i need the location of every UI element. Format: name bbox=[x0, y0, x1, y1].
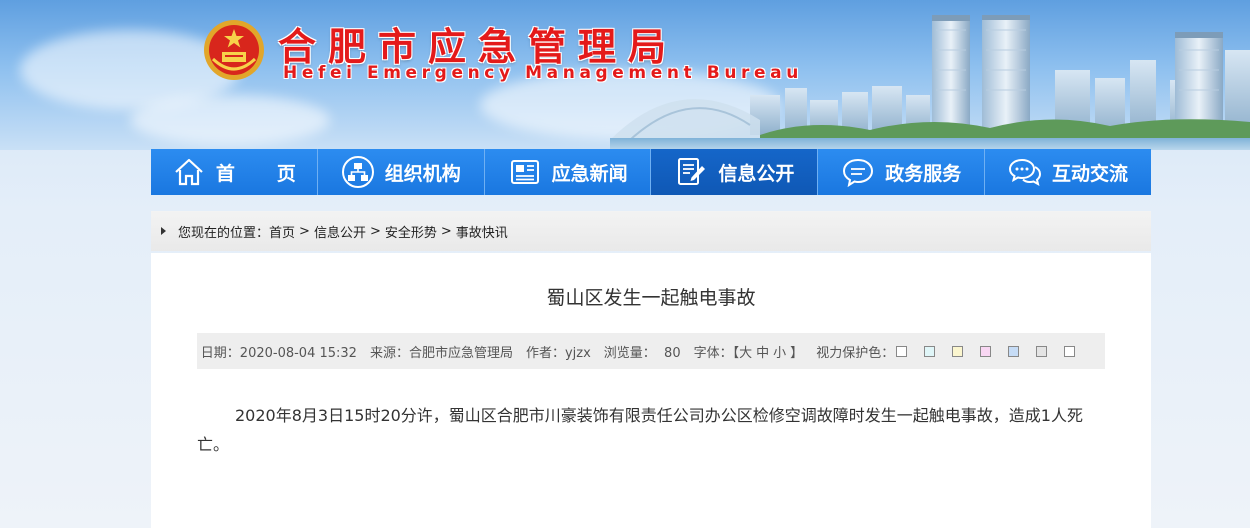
main-nav: 首页 组织机构 应急新闻 信息公开 政务服务 互动交流 bbox=[151, 149, 1151, 195]
nav-label: 应急新闻 bbox=[551, 162, 628, 185]
meta-font-close: 】 bbox=[790, 345, 804, 361]
eye-color-swatches bbox=[896, 345, 1088, 357]
breadcrumb-separator: > bbox=[440, 223, 452, 239]
article-title: 蜀山区发生一起触电事故 bbox=[546, 287, 756, 309]
breadcrumb-item-safety-situation[interactable]: 安全形势 bbox=[385, 222, 437, 241]
meta-eye-label: 视力保护色： bbox=[816, 345, 895, 361]
meta-views: 浏览量： 80 bbox=[603, 345, 681, 361]
caret-right-icon bbox=[161, 227, 166, 235]
font-large-button[interactable]: 大 bbox=[739, 342, 752, 361]
breadcrumb-prefix: 您现在的位置： bbox=[178, 225, 270, 241]
nav-label: 组织机构 bbox=[384, 162, 461, 185]
nav-item-news[interactable]: 应急新闻 bbox=[484, 149, 652, 195]
article-body: 2020年8月3日15时20分许，蜀山区合肥市川豪装饰有限责任公司办公区检修空调… bbox=[197, 406, 1083, 454]
nav-item-gov-service[interactable]: 政务服务 bbox=[818, 149, 986, 195]
newspaper-icon bbox=[510, 160, 539, 184]
document-edit-icon bbox=[678, 158, 706, 185]
breadcrumb-separator: > bbox=[369, 223, 381, 239]
nav-item-home[interactable]: 首页 bbox=[151, 149, 318, 195]
eye-color-swatch[interactable] bbox=[1064, 345, 1076, 357]
eye-color-swatch[interactable] bbox=[980, 345, 992, 357]
nav-item-info-disclosure[interactable]: 信息公开 bbox=[651, 149, 819, 195]
article-meta-bar: 日期：2020-08-04 15:32 来源：合肥市应急管理局 作者：yjzx … bbox=[197, 333, 1105, 369]
breadcrumb: 您现在的位置： 首页 > 信息公开 > 安全形势 > 事故快讯 bbox=[151, 211, 1151, 251]
nav-label: 信息公开 bbox=[718, 162, 795, 185]
chat-bubble-icon bbox=[843, 158, 874, 188]
nav-item-organization[interactable]: 组织机构 bbox=[317, 149, 485, 195]
header-banner: 合肥市应急管理局 Hefei Emergency Management Bure… bbox=[0, 0, 1250, 150]
meta-date: 日期：2020-08-04 15:32 bbox=[200, 345, 357, 361]
chat-bubbles-icon bbox=[1009, 158, 1042, 186]
font-small-button[interactable]: 小 bbox=[773, 342, 786, 361]
eye-color-swatch[interactable] bbox=[896, 345, 908, 357]
font-medium-button[interactable]: 中 bbox=[756, 342, 769, 361]
breadcrumb-item-info-disclosure[interactable]: 信息公开 bbox=[314, 222, 366, 241]
meta-author: 作者：yjzx bbox=[525, 345, 591, 361]
eye-color-swatch[interactable] bbox=[1036, 345, 1048, 357]
national-emblem-icon bbox=[204, 20, 264, 80]
eye-color-swatch[interactable] bbox=[924, 345, 936, 357]
breadcrumb-item-home[interactable]: 首页 bbox=[269, 222, 295, 241]
site-title-en: Hefei Emergency Management Bureau bbox=[283, 63, 803, 83]
meta-source: 来源：合肥市应急管理局 bbox=[369, 345, 513, 361]
breadcrumb-item-accident-news[interactable]: 事故快讯 bbox=[456, 222, 508, 241]
org-chart-icon bbox=[341, 156, 374, 188]
breadcrumb-separator: > bbox=[299, 223, 310, 239]
eye-color-swatch[interactable] bbox=[1008, 345, 1020, 357]
meta-font-label: 字体：【 bbox=[693, 345, 740, 361]
article-container: 蜀山区发生一起触电事故 日期：2020-08-04 15:32 来源：合肥市应急… bbox=[151, 253, 1151, 528]
nav-label: 互动交流 bbox=[1052, 162, 1129, 185]
eye-color-swatch[interactable] bbox=[952, 345, 964, 357]
nav-item-interaction[interactable]: 互动交流 bbox=[985, 149, 1151, 195]
nav-label: 政务服务 bbox=[885, 162, 962, 185]
home-icon bbox=[175, 158, 203, 186]
